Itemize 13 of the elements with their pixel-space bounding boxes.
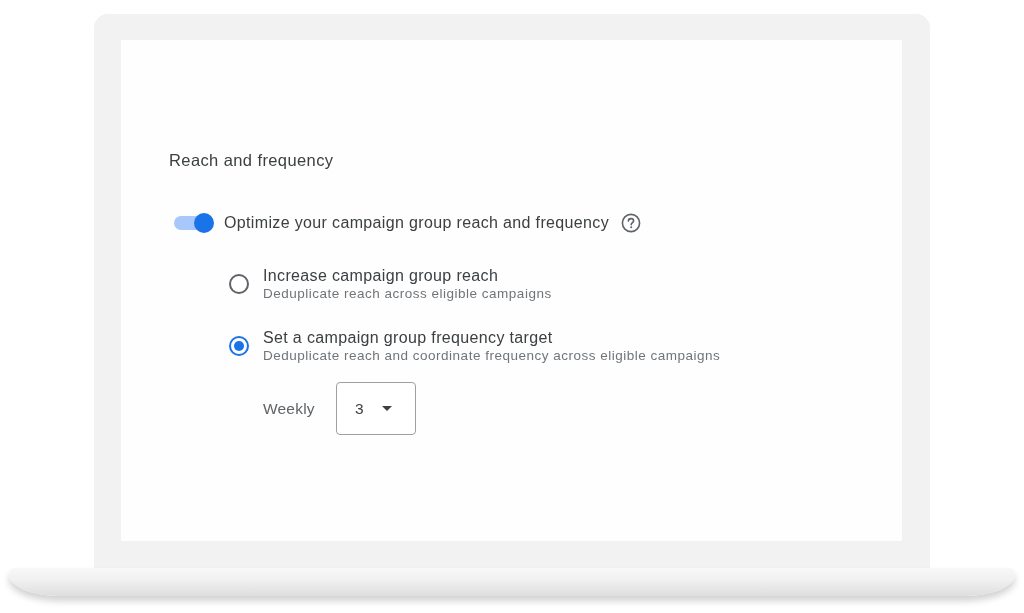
frequency-dropdown[interactable]: 3 [336, 382, 416, 435]
radio-button[interactable] [229, 336, 249, 356]
toggle-label: Optimize your campaign group reach and frequency [224, 213, 609, 233]
option-title: Increase campaign group reach [263, 266, 500, 286]
option-description: Deduplicate reach and coordinate frequency across eligible campaigns [263, 348, 721, 364]
caret-icon [381, 406, 392, 411]
toggle-switch[interactable] [174, 212, 216, 234]
help-icon[interactable] [621, 213, 641, 233]
option-description: Deduplicate reach across eligible campaigns [263, 286, 552, 302]
option-title: Set a campaign group frequency target [263, 328, 554, 348]
frequency-label: Weekly [263, 399, 316, 418]
radio-button[interactable] [229, 274, 249, 294]
section-title: Reach and frequency [169, 151, 334, 169]
